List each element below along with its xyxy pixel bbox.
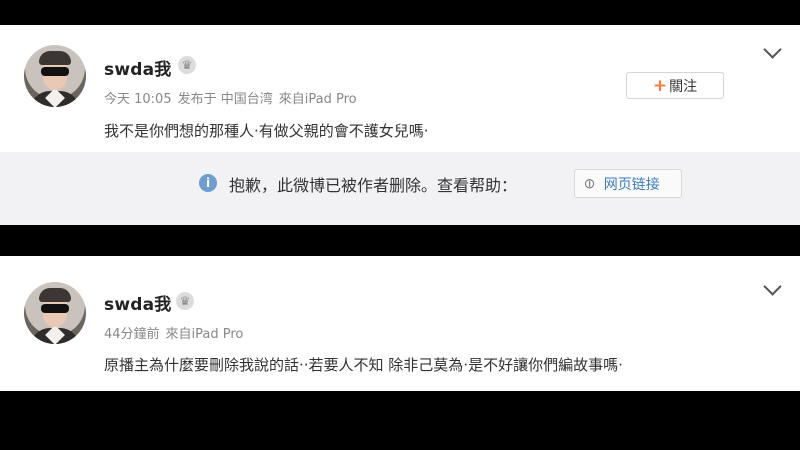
chevron-down-icon[interactable] [763, 277, 782, 296]
crown-icon: ♛ [178, 56, 196, 74]
username[interactable]: swda我 [104, 55, 171, 80]
web-link-label: 网页链接 [603, 176, 660, 193]
post-source: 來自iPad Pro [278, 92, 357, 107]
deleted-notice: i 抱歉，此微博已被作者删除。查看帮助： ⊘ 网页链接 [0, 152, 800, 225]
plus-icon: + [652, 75, 668, 96]
post-time[interactable]: 今天 10:05 [104, 92, 172, 107]
post-location: 发布于 中国台湾 [177, 92, 273, 107]
link-icon: ⊘ [580, 173, 600, 194]
weibo-post-card-2: swda我 ♛ 44分鐘前 來自iPad Pro 原播主為什麼要刪除我說的話··若… [0, 256, 800, 391]
crown-icon: ♛ [176, 292, 194, 310]
post-meta: 44分鐘前 來自iPad Pro [104, 323, 249, 342]
chevron-down-icon[interactable] [763, 40, 782, 59]
avatar[interactable] [24, 45, 86, 107]
follow-button-label: 關注 [669, 78, 698, 95]
username[interactable]: swda我 [104, 290, 171, 315]
info-icon: i [199, 174, 217, 192]
post-time[interactable]: 44分鐘前 [104, 327, 160, 342]
post-meta: 今天 10:05 发布于 中国台湾 來自iPad Pro [104, 88, 363, 107]
avatar[interactable] [24, 282, 86, 344]
post-text: 我不是你們想的那種人·有做父親的會不護女兒嗎· [104, 122, 429, 140]
post-text: 原播主為什麼要刪除我說的話··若要人不知 除非己莫為·是不好讓你們編故事嗎· [104, 356, 623, 374]
post-source: 來自iPad Pro [165, 327, 244, 342]
web-link-button[interactable]: ⊘ 网页链接 [574, 169, 682, 198]
weibo-post-card-1: swda我 ♛ 今天 10:05 发布于 中国台湾 來自iPad Pro 我不是你們… [0, 25, 800, 225]
deleted-notice-text: 抱歉，此微博已被作者删除。查看帮助： [229, 176, 518, 195]
follow-button[interactable]: + 關注 [626, 72, 724, 99]
